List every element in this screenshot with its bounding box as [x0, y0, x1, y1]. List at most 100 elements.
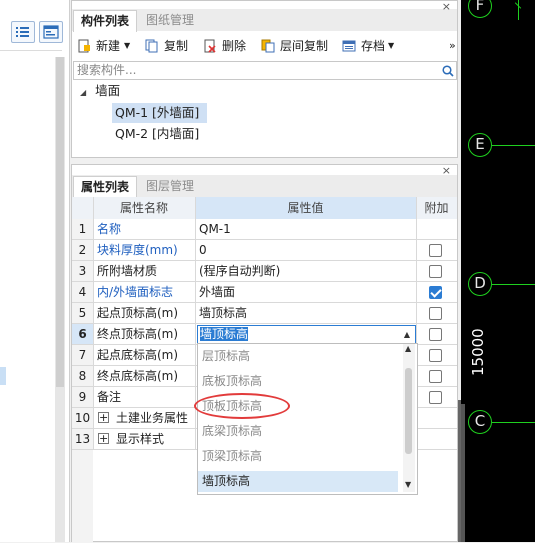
divider: [0, 50, 62, 51]
scrollbar-thumb[interactable]: [56, 57, 64, 387]
dropdown-arrow-icon[interactable]: ▲: [404, 326, 410, 343]
dropdown-scrollbar[interactable]: ▲ ▼: [403, 344, 415, 492]
list-icon: [16, 27, 29, 37]
row-number[interactable]: 3: [72, 261, 93, 282]
window-icon: [43, 25, 59, 39]
tree-root[interactable]: ◢ 墙面: [80, 81, 120, 101]
drawing-edge: [461, 404, 465, 542]
dropdown-option[interactable]: 顶梁顶标高: [198, 446, 398, 467]
dropdown-list[interactable]: 层顶标高 底板顶标高 顶板顶标高 底梁顶标高 顶梁顶标高 墙顶标高 ▲ ▼: [197, 343, 418, 495]
floor-copy-icon: [261, 39, 275, 53]
property-value[interactable]: 墙顶标高: [199, 303, 409, 324]
component-toolbar: 新建 ▼ 复制 删除 层间复制 存档 ▼ »: [72, 35, 457, 57]
row-number[interactable]: 13: [72, 429, 93, 450]
axis-label-c: C: [468, 410, 492, 434]
row-number[interactable]: 9: [72, 387, 93, 408]
header-extra: 附加: [424, 201, 449, 215]
property-value[interactable]: 外墙面: [199, 282, 409, 303]
axis-label-d: D: [468, 272, 492, 296]
highlight-ellipse: [194, 393, 290, 419]
tab-drawing-management[interactable]: 图纸管理: [139, 10, 201, 31]
axis-line-c: [492, 422, 535, 423]
row-number[interactable]: 1: [72, 219, 93, 240]
archive-icon: [342, 40, 356, 52]
dropdown-option[interactable]: 底板顶标高: [198, 371, 398, 392]
tree-item-qm1[interactable]: QM-1 [外墙面]: [112, 103, 207, 123]
attach-checkbox[interactable]: [429, 286, 442, 299]
dropdown-option[interactable]: 墙顶标高: [198, 471, 398, 492]
property-name: 内/外墙面标志: [97, 285, 174, 299]
tab-property-list[interactable]: 属性列表: [73, 176, 138, 198]
delete-icon: [204, 39, 216, 53]
attach-checkbox[interactable]: [429, 265, 442, 278]
scrollbar-thumb[interactable]: [405, 368, 412, 454]
row-number[interactable]: 4: [72, 282, 93, 303]
tab-component-list[interactable]: 构件列表: [73, 10, 138, 32]
list-view-button[interactable]: [11, 21, 35, 43]
attach-checkbox[interactable]: [429, 370, 442, 383]
property-name: 起点顶标高(m): [97, 306, 179, 320]
property-value[interactable]: 0: [199, 240, 409, 261]
search-icon[interactable]: [442, 65, 454, 77]
search-input[interactable]: 搜索构件...: [73, 61, 457, 80]
grid-line: [93, 197, 94, 450]
expand-icon[interactable]: +: [98, 412, 109, 423]
axis-line-e: [492, 145, 535, 146]
divider: [69, 0, 70, 542]
row-number[interactable]: 10: [72, 408, 93, 429]
scroll-up-icon[interactable]: ▲: [405, 344, 411, 353]
collapse-icon[interactable]: ◢: [80, 88, 86, 97]
detail-view-button[interactable]: [39, 21, 63, 43]
attach-checkbox[interactable]: [429, 244, 442, 257]
expand-icon[interactable]: +: [98, 433, 109, 444]
component-list-panel: 构件列表 图纸管理 × 新建 ▼ 复制 删除 层间复制 存档 ▼ » 搜索构件.…: [71, 0, 458, 158]
dropdown-option[interactable]: 底梁顶标高: [198, 421, 398, 442]
tab-layer-management[interactable]: 图层管理: [139, 176, 201, 197]
dropdown-current-value: 墙顶标高: [200, 327, 249, 341]
attach-checkbox[interactable]: [429, 391, 442, 404]
header-property-name: 属性名称: [119, 201, 168, 215]
chevron-down-icon: ▼: [124, 41, 131, 50]
row-number[interactable]: 2: [72, 240, 93, 261]
close-icon[interactable]: ×: [442, 0, 451, 13]
property-name: 名称: [97, 222, 122, 236]
toolbar-overflow-button[interactable]: »: [449, 35, 456, 57]
property-tabbar: 属性列表 图层管理: [72, 175, 457, 198]
grid-line: [195, 197, 196, 450]
dropdown-option[interactable]: 层顶标高: [198, 346, 398, 367]
attach-checkbox[interactable]: [429, 328, 442, 341]
left-scrollbar[interactable]: [55, 57, 65, 542]
copy-icon: [145, 39, 158, 53]
axis-label-f: F: [468, 0, 492, 18]
property-value[interactable]: QM-1: [199, 219, 409, 240]
drawing-canvas[interactable]: F E D C 15000: [461, 0, 535, 542]
property-name: 终点顶标高(m): [97, 327, 179, 341]
scroll-down-icon[interactable]: ▼: [405, 480, 411, 489]
property-name: 所附墙材质: [97, 264, 158, 278]
selection-marker: [0, 367, 6, 385]
attach-checkbox[interactable]: [429, 307, 442, 320]
property-name: 备注: [97, 390, 122, 404]
axis-line-d: [492, 284, 535, 285]
property-name: 起点底标高(m): [97, 348, 179, 362]
left-sidebar: [0, 0, 70, 542]
splitter[interactable]: [458, 400, 461, 542]
row-number[interactable]: 5: [72, 303, 93, 324]
property-value[interactable]: (程序自动判断): [199, 261, 409, 282]
header-property-value: 属性值: [287, 201, 324, 215]
axis-label-e: E: [468, 133, 492, 157]
property-name: 终点底标高(m): [97, 369, 179, 383]
row-number[interactable]: 6: [72, 324, 93, 345]
property-value-editor[interactable]: 墙顶标高 ▲: [197, 325, 416, 344]
tree-item-qm2[interactable]: QM-2 [内墙面]: [112, 124, 199, 144]
property-list-panel: 属性列表 图层管理 × 属性名称 属性值 附加 1 名称 QM-1 2 块料厚度(mm)…: [71, 164, 458, 543]
row-number[interactable]: 8: [72, 366, 93, 387]
close-icon[interactable]: ×: [442, 164, 451, 177]
tree-root-label: 墙面: [95, 83, 121, 98]
chevron-down-icon: ▼: [388, 41, 395, 50]
component-tabbar: 构件列表 图纸管理: [72, 9, 457, 32]
property-name: 块料厚度(mm): [97, 243, 178, 257]
row-number[interactable]: 7: [72, 345, 93, 366]
new-icon: [78, 39, 90, 53]
attach-checkbox[interactable]: [429, 349, 442, 362]
